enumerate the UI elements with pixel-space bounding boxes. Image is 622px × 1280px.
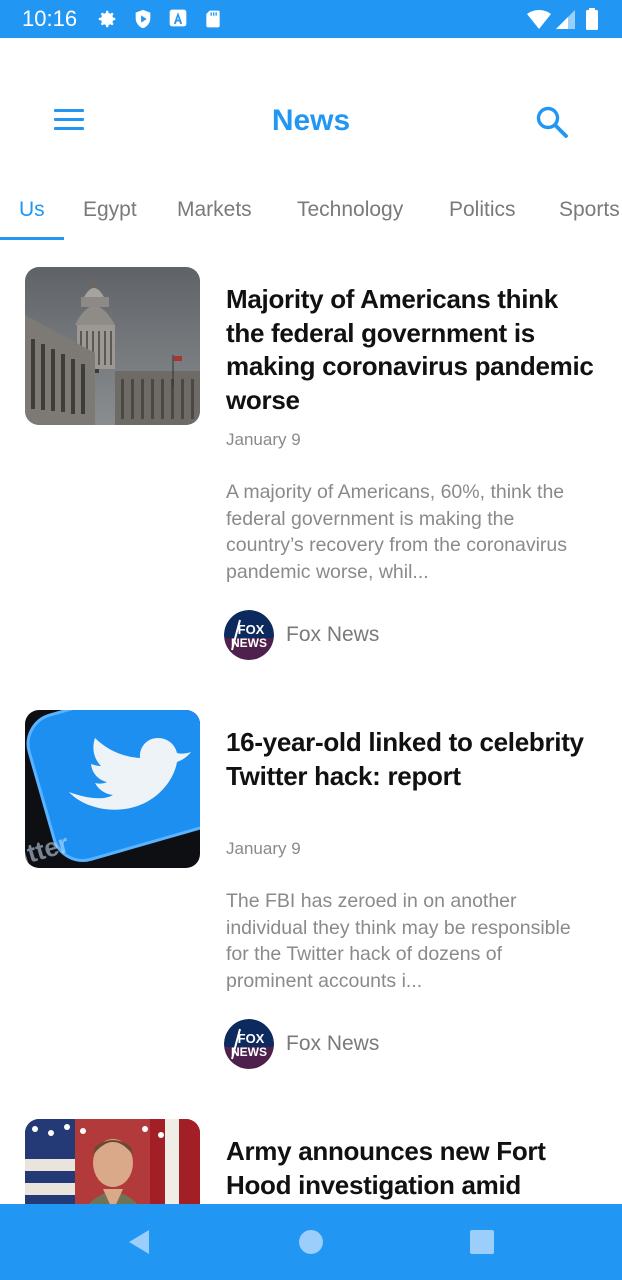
shield-icon — [135, 9, 151, 29]
back-icon[interactable] — [123, 1226, 155, 1258]
app-title: News — [271, 104, 351, 137]
svg-text:NEWS: NEWS — [231, 1045, 267, 1059]
article-image — [25, 1119, 200, 1204]
settings-icon — [98, 10, 116, 28]
article-description: The FBI has zeroed in on another individ… — [226, 890, 571, 992]
battery-icon — [586, 8, 598, 30]
article-title[interactable]: 16-year-old linked to celebrity Twitter … — [226, 726, 596, 793]
fox-news-logo: FOX NEWS — [224, 1019, 274, 1069]
app-bar: News — [0, 38, 622, 188]
tab-technology[interactable]: Technology — [297, 198, 403, 222]
source-name: Fox News — [286, 1032, 380, 1055]
tab-sports[interactable]: Sports — [559, 198, 620, 222]
tab-egypt[interactable]: Egypt — [83, 198, 137, 222]
article-source[interactable]: FOX NEWS Fox News — [224, 1019, 524, 1069]
tab-politics[interactable]: Politics — [449, 198, 516, 222]
active-tab-indicator — [0, 237, 64, 240]
fox-news-logo: FOX NEWS — [224, 610, 274, 660]
article-card[interactable]: Majority of Americans think the federal … — [0, 267, 622, 687]
wifi-icon — [527, 10, 551, 29]
svg-text:FOX: FOX — [238, 622, 265, 637]
article-description: A majority of Americans, 60%, think the … — [226, 481, 568, 583]
search-icon[interactable] — [534, 104, 570, 140]
article-card[interactable]: Army announces new Fort Hood investigati… — [0, 1119, 622, 1204]
tab-us[interactable]: Us — [19, 198, 45, 222]
system-nav-bar — [0, 1204, 622, 1280]
recents-icon[interactable] — [466, 1226, 498, 1258]
tab-markets[interactable]: Markets — [177, 198, 252, 222]
sd-card-icon — [206, 10, 220, 28]
article-date: January 9 — [226, 839, 301, 858]
article-source[interactable]: FOX NEWS Fox News — [224, 610, 524, 660]
status-bar: 10:16 — [0, 0, 622, 38]
signal-icon — [556, 10, 575, 29]
app-a-icon — [169, 9, 187, 27]
article-date: January 9 — [226, 430, 301, 449]
svg-text:FOX: FOX — [238, 1031, 265, 1046]
article-image: itter — [25, 710, 200, 868]
source-name: Fox News — [286, 623, 380, 646]
article-card[interactable]: itter 16-year-old linked to celebrity Tw… — [0, 710, 622, 1090]
status-time: 10:16 — [22, 6, 78, 31]
category-tabs: Us Egypt Markets Technology Politics Spo… — [0, 188, 622, 242]
article-title[interactable]: Majority of Americans think the federal … — [226, 283, 596, 417]
home-icon[interactable] — [295, 1226, 327, 1258]
svg-text:NEWS: NEWS — [231, 636, 267, 650]
article-image — [25, 267, 200, 425]
article-title[interactable]: Army announces new Fort Hood investigati… — [226, 1135, 596, 1202]
